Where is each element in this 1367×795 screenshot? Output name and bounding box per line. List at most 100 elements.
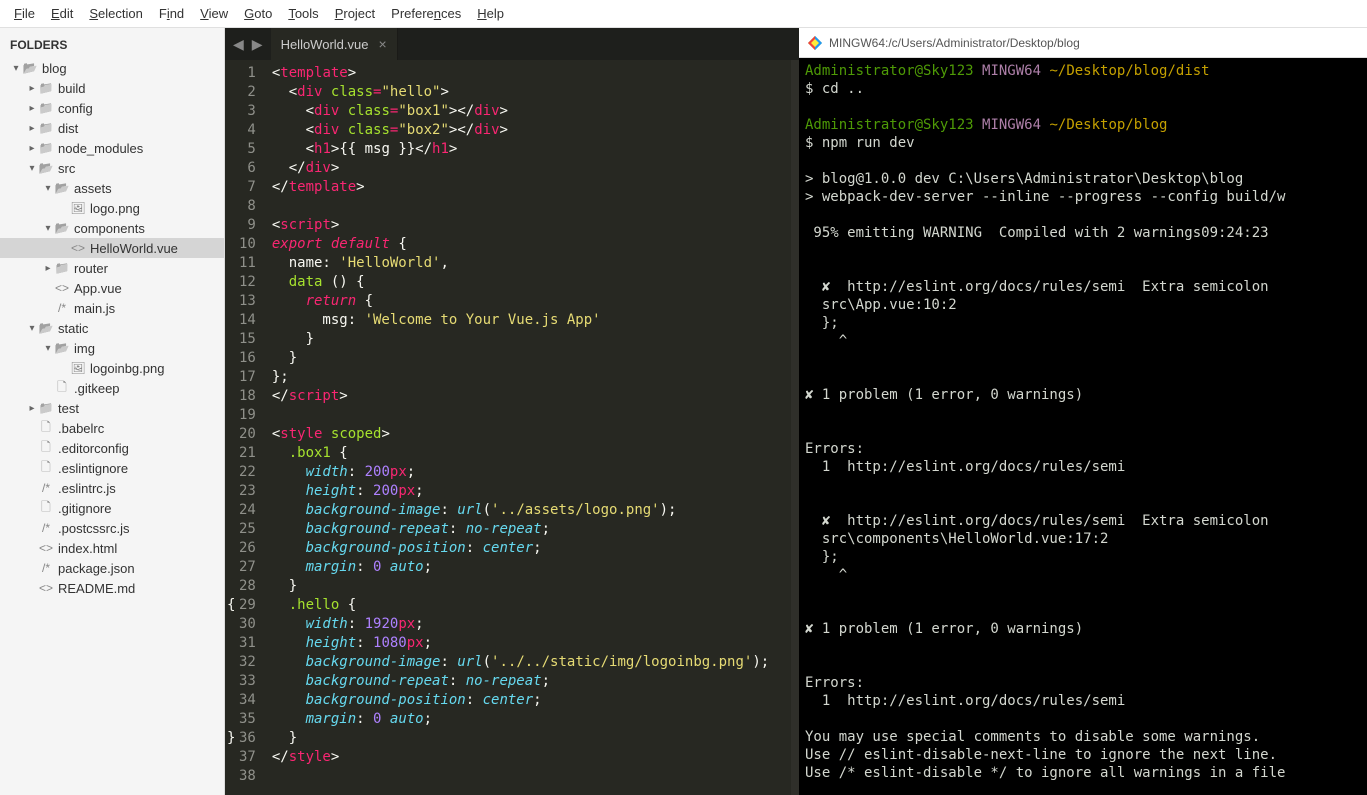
tree-item--eslintrc-js[interactable]: /*.eslintrc.js <box>0 478 224 498</box>
code-line[interactable]: name: 'HelloWorld', <box>264 254 791 273</box>
tree-item-index-html[interactable]: <>index.html <box>0 538 224 558</box>
file-icon: /* <box>54 300 70 316</box>
code-line[interactable]: <div class="box2"></div> <box>264 121 791 140</box>
code-line[interactable]: } <box>264 577 791 596</box>
tree-item--babelrc[interactable]: 🗋.babelrc <box>0 418 224 438</box>
menu-tools[interactable]: Tools <box>282 4 324 23</box>
menu-goto[interactable]: Goto <box>238 4 278 23</box>
code-line[interactable]: <template> <box>264 64 791 83</box>
terminal-panel: MINGW64:/c/Users/Administrator/Desktop/b… <box>799 28 1367 795</box>
code-line[interactable]: <style scoped> <box>264 425 791 444</box>
tree-item-app-vue[interactable]: <>App.vue <box>0 278 224 298</box>
code-line[interactable] <box>264 197 791 216</box>
tree-item-readme-md[interactable]: <>README.md <box>0 578 224 598</box>
terminal-line: You may use special comments to disable … <box>805 728 1361 746</box>
tree-label: assets <box>74 181 112 196</box>
tree-item-dist[interactable]: ▸dist <box>0 118 224 138</box>
menu-project[interactable]: Project <box>329 4 381 23</box>
code-line[interactable]: height: 1080px; <box>264 634 791 653</box>
code-line[interactable]: .hello { <box>264 596 791 615</box>
code-line[interactable]: </template> <box>264 178 791 197</box>
fold-mark-icon: } <box>227 729 235 748</box>
code-line[interactable]: </script> <box>264 387 791 406</box>
file-icon: 🗋 <box>38 440 54 456</box>
code-line[interactable]: .box1 { <box>264 444 791 463</box>
tree-item-helloworld-vue[interactable]: <>HelloWorld.vue <box>0 238 224 258</box>
code-line[interactable]: background-repeat: no-repeat; <box>264 672 791 691</box>
tree-label: HelloWorld.vue <box>90 241 178 256</box>
line-number: 26 <box>239 539 256 558</box>
tree-item-logo-png[interactable]: 🖼logo.png <box>0 198 224 218</box>
terminal-line <box>805 494 1361 512</box>
tree-item--postcssrc-js[interactable]: /*.postcssrc.js <box>0 518 224 538</box>
terminal-titlebar: MINGW64:/c/Users/Administrator/Desktop/b… <box>799 28 1367 58</box>
code-line[interactable]: margin: 0 auto; <box>264 558 791 577</box>
tree-item-main-js[interactable]: /*main.js <box>0 298 224 318</box>
tree-item--gitkeep[interactable]: 🗋.gitkeep <box>0 378 224 398</box>
tree-item-node-modules[interactable]: ▸node_modules <box>0 138 224 158</box>
code-line[interactable]: background-position: center; <box>264 539 791 558</box>
code-line[interactable]: height: 200px; <box>264 482 791 501</box>
tree-item-src[interactable]: ▾src <box>0 158 224 178</box>
menu-file[interactable]: File <box>8 4 41 23</box>
code-line[interactable]: <div class="box1"></div> <box>264 102 791 121</box>
minimap[interactable] <box>791 60 799 795</box>
tree-item-assets[interactable]: ▾assets <box>0 178 224 198</box>
terminal-line: ✘ 1 problem (1 error, 0 warnings) <box>805 620 1361 638</box>
menu-edit[interactable]: Edit <box>45 4 79 23</box>
tree-item-blog[interactable]: ▾blog <box>0 58 224 78</box>
code-line[interactable]: } <box>264 330 791 349</box>
code-line[interactable]: export default { <box>264 235 791 254</box>
menu-view[interactable]: View <box>194 4 234 23</box>
line-number: 28 <box>239 577 256 596</box>
code-line[interactable]: <script> <box>264 216 791 235</box>
code-line[interactable]: background-repeat: no-repeat; <box>264 520 791 539</box>
line-number: 8 <box>239 197 256 216</box>
tree-item-static[interactable]: ▾static <box>0 318 224 338</box>
tree-item-test[interactable]: ▸test <box>0 398 224 418</box>
code-line[interactable]: } <box>264 729 791 748</box>
menu-selection[interactable]: Selection <box>83 4 148 23</box>
tree-item-config[interactable]: ▸config <box>0 98 224 118</box>
code-line[interactable] <box>264 767 791 786</box>
menu-preferences[interactable]: Preferences <box>385 4 467 23</box>
tree-item-components[interactable]: ▾components <box>0 218 224 238</box>
code-line[interactable]: return { <box>264 292 791 311</box>
tab-helloworld[interactable]: HelloWorld.vue × <box>271 28 398 60</box>
file-icon: /* <box>38 560 54 576</box>
code-line[interactable]: margin: 0 auto; <box>264 710 791 729</box>
tree-label: blog <box>42 61 67 76</box>
menu-help[interactable]: Help <box>471 4 510 23</box>
code-line[interactable]: background-position: center; <box>264 691 791 710</box>
menu-find[interactable]: Find <box>153 4 190 23</box>
nav-back-icon[interactable]: ◀ <box>233 36 244 53</box>
nav-forward-icon[interactable]: ▶ <box>252 36 263 53</box>
code-line[interactable]: <h1>{{ msg }}</h1> <box>264 140 791 159</box>
tree-item-router[interactable]: ▸router <box>0 258 224 278</box>
code-line[interactable]: }; <box>264 368 791 387</box>
tree-item-build[interactable]: ▸build <box>0 78 224 98</box>
code-line[interactable]: </style> <box>264 748 791 767</box>
tree-item-package-json[interactable]: /*package.json <box>0 558 224 578</box>
tree-item--editorconfig[interactable]: 🗋.editorconfig <box>0 438 224 458</box>
code-line[interactable]: background-image: url('../assets/logo.pn… <box>264 501 791 520</box>
tree-item--gitignore[interactable]: 🗋.gitignore <box>0 498 224 518</box>
code-line[interactable]: <div class="hello"> <box>264 83 791 102</box>
terminal-output[interactable]: Administrator@Sky123 MINGW64 ~/Desktop/b… <box>799 58 1367 795</box>
code-line[interactable]: width: 200px; <box>264 463 791 482</box>
close-icon[interactable]: × <box>378 36 386 52</box>
code-line[interactable]: width: 1920px; <box>264 615 791 634</box>
tree-item-logoinbg-png[interactable]: 🖼logoinbg.png <box>0 358 224 378</box>
code-line[interactable]: } <box>264 349 791 368</box>
code-line[interactable]: data () { <box>264 273 791 292</box>
code-line[interactable]: msg: 'Welcome to Your Vue.js App' <box>264 311 791 330</box>
code-line[interactable]: background-image: url('../../static/img/… <box>264 653 791 672</box>
tree-item--eslintignore[interactable]: 🗋.eslintignore <box>0 458 224 478</box>
line-number: 7 <box>239 178 256 197</box>
code-area[interactable]: 1234567891011121314151617181920212223242… <box>225 60 799 795</box>
tree-item-img[interactable]: ▾img <box>0 338 224 358</box>
code-line[interactable]: </div> <box>264 159 791 178</box>
line-number: 1 <box>239 64 256 83</box>
code-content[interactable]: <template> <div class="hello"> <div clas… <box>264 60 791 795</box>
code-line[interactable] <box>264 406 791 425</box>
